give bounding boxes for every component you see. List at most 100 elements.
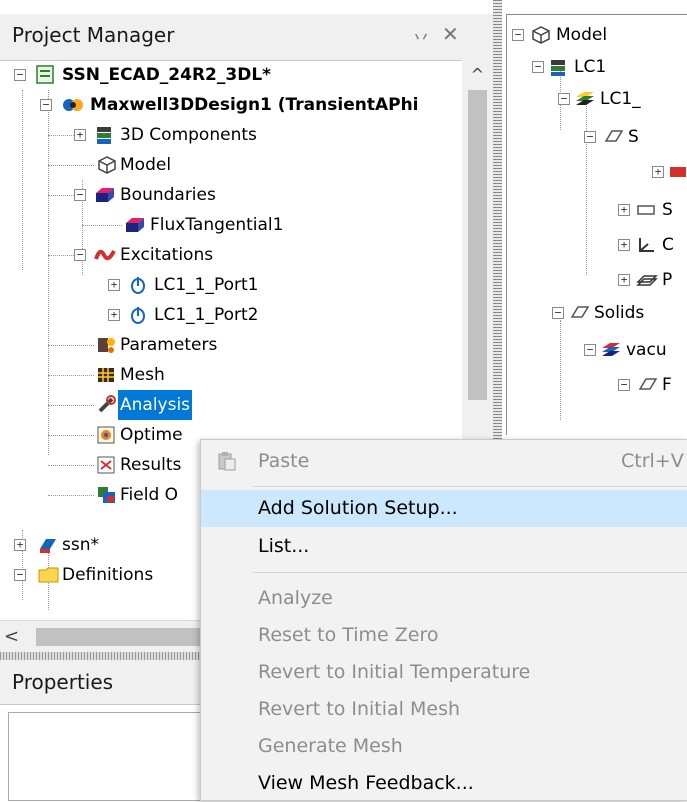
menu-item-revert-mesh[interactable]: Revert to Initial Mesh bbox=[201, 691, 687, 728]
results-icon bbox=[97, 456, 115, 474]
tree-label: Excitations bbox=[120, 245, 214, 265]
expand-icon[interactable]: + bbox=[618, 274, 630, 286]
model-icon bbox=[532, 26, 550, 44]
project-icon bbox=[36, 65, 54, 84]
collapse-icon[interactable]: − bbox=[618, 379, 630, 391]
tree-label: LC1 bbox=[574, 57, 607, 77]
tree-label: Analysis bbox=[118, 390, 193, 420]
menu-item-revert-temperature[interactable]: Revert to Initial Temperature bbox=[201, 654, 687, 691]
expand-icon[interactable]: + bbox=[108, 279, 120, 291]
tree-label: LC1_ bbox=[600, 89, 641, 109]
tree-item-mesh[interactable]: Mesh bbox=[0, 360, 462, 390]
tree-label: S bbox=[662, 200, 673, 220]
tree-item-3d-components[interactable]: + 3D Components bbox=[0, 120, 462, 150]
menu-item-label: Generate Mesh bbox=[258, 735, 403, 757]
collapse-icon[interactable]: − bbox=[512, 29, 524, 41]
tree-item-analysis[interactable]: Analysis bbox=[0, 390, 462, 420]
port-icon bbox=[131, 277, 145, 294]
collapse-icon[interactable]: − bbox=[552, 307, 564, 319]
tree-label: F bbox=[662, 375, 672, 395]
menu-separator bbox=[253, 572, 687, 573]
collapse-icon[interactable]: − bbox=[584, 131, 596, 143]
expand-icon[interactable]: + bbox=[14, 539, 26, 551]
collapse-icon[interactable]: − bbox=[74, 249, 86, 261]
scroll-up-arrow-icon[interactable]: ^ bbox=[462, 60, 493, 90]
design-icon bbox=[40, 539, 56, 553]
tree-label: SSN_ECAD_24R2_3DL* bbox=[62, 65, 272, 85]
tree-label: Results bbox=[120, 455, 182, 475]
tree-item-port1[interactable]: + LC1_1_Port1 bbox=[0, 270, 462, 300]
tree-item-flux-tangential[interactable]: FluxTangential1 bbox=[0, 210, 462, 240]
tree-label: Boundaries bbox=[120, 185, 216, 205]
menu-item-generate-mesh[interactable]: Generate Mesh bbox=[201, 728, 687, 765]
tree-label: C bbox=[662, 235, 674, 255]
planes-icon bbox=[636, 275, 658, 286]
excitations-icon bbox=[94, 249, 116, 261]
close-icon[interactable]: ✕ bbox=[442, 22, 459, 46]
tree-label: Definitions bbox=[62, 565, 154, 585]
menu-item-paste[interactable]: Paste Ctrl+V bbox=[201, 443, 687, 480]
optimetrics-icon bbox=[97, 426, 115, 444]
layers-icon bbox=[551, 60, 565, 76]
expand-icon[interactable]: + bbox=[618, 239, 630, 251]
components-icon bbox=[97, 127, 111, 144]
collapse-icon[interactable]: − bbox=[40, 99, 52, 111]
tree-label: S bbox=[628, 127, 639, 147]
tree-item-project[interactable]: − SSN_ECAD_24R2_3DL* bbox=[0, 60, 462, 90]
menu-item-label: Paste bbox=[258, 450, 310, 472]
menu-item-add-solution-setup[interactable]: Add Solution Setup... bbox=[201, 490, 687, 527]
collapse-icon[interactable]: − bbox=[14, 569, 26, 581]
expand-icon[interactable]: + bbox=[108, 309, 120, 321]
tree-item-design[interactable]: − Maxwell3DDesign1 (TransientAPhi bbox=[0, 90, 462, 120]
paste-icon bbox=[218, 452, 236, 471]
menu-item-view-mesh-feedback[interactable]: View Mesh Feedback... bbox=[201, 765, 687, 802]
layer-stack-icon bbox=[576, 92, 594, 105]
expand-icon[interactable]: + bbox=[618, 204, 630, 216]
tree-item-parameters[interactable]: Parameters bbox=[0, 330, 462, 360]
analysis-icon bbox=[98, 395, 116, 413]
project-manager-header: Project Manager 丷 ✕ bbox=[0, 14, 493, 61]
solid-icon bbox=[570, 306, 590, 318]
tree-label: LC1_1_Port1 bbox=[154, 275, 259, 295]
scroll-thumb[interactable] bbox=[468, 90, 487, 400]
menu-item-label: View Mesh Feedback... bbox=[258, 772, 474, 794]
tree-item-boundaries[interactable]: − Boundaries bbox=[0, 180, 462, 210]
pin-icon[interactable]: 丷 bbox=[412, 24, 430, 50]
menu-item-label: Revert to Initial Temperature bbox=[258, 661, 531, 683]
collapse-icon[interactable]: − bbox=[584, 344, 596, 356]
tree-item-model[interactable]: Model bbox=[0, 150, 462, 180]
tree-label: vacu bbox=[626, 340, 667, 360]
menu-item-label: Reset to Time Zero bbox=[258, 624, 439, 646]
maxwell-design-icon bbox=[63, 99, 83, 111]
tree-label: Model bbox=[556, 25, 608, 45]
collapse-icon[interactable]: − bbox=[532, 61, 544, 73]
parameters-icon bbox=[98, 338, 115, 353]
scroll-left-arrow-icon[interactable]: < bbox=[4, 621, 28, 653]
menu-item-analyze[interactable]: Analyze bbox=[201, 580, 687, 617]
collapse-icon[interactable]: − bbox=[558, 93, 570, 105]
menu-item-label: Add Solution Setup... bbox=[258, 497, 458, 519]
boundary-icon bbox=[126, 218, 144, 232]
model-icon bbox=[98, 156, 116, 174]
tree-item-port2[interactable]: + LC1_1_Port2 bbox=[0, 300, 462, 330]
expand-icon[interactable]: + bbox=[74, 129, 86, 141]
tree-label: 3D Components bbox=[120, 125, 257, 145]
context-menu: Paste Ctrl+V Add Solution Setup... List.… bbox=[200, 439, 687, 801]
collapse-icon[interactable]: − bbox=[14, 69, 26, 81]
properties-title: Properties bbox=[12, 670, 114, 694]
tree-label: Optime bbox=[120, 425, 183, 445]
field-overlays-icon bbox=[98, 487, 115, 503]
expand-icon[interactable]: + bbox=[652, 166, 664, 178]
tree-label: Maxwell3DDesign1 (TransientAPhi bbox=[90, 95, 419, 115]
tree-item-excitations[interactable]: − Excitations bbox=[0, 240, 462, 270]
collapse-icon[interactable]: − bbox=[74, 189, 86, 201]
port-icon bbox=[131, 307, 145, 324]
menu-item-reset-time-zero[interactable]: Reset to Time Zero bbox=[201, 617, 687, 654]
tree-label: FluxTangential1 bbox=[150, 215, 284, 235]
tree-label: Solids bbox=[594, 303, 645, 323]
menu-item-label: Analyze bbox=[258, 587, 333, 609]
tree-label: ssn* bbox=[62, 535, 99, 555]
project-manager-title: Project Manager bbox=[12, 23, 175, 47]
coordinate-system-icon bbox=[639, 238, 654, 252]
menu-item-list[interactable]: List... bbox=[201, 528, 687, 565]
